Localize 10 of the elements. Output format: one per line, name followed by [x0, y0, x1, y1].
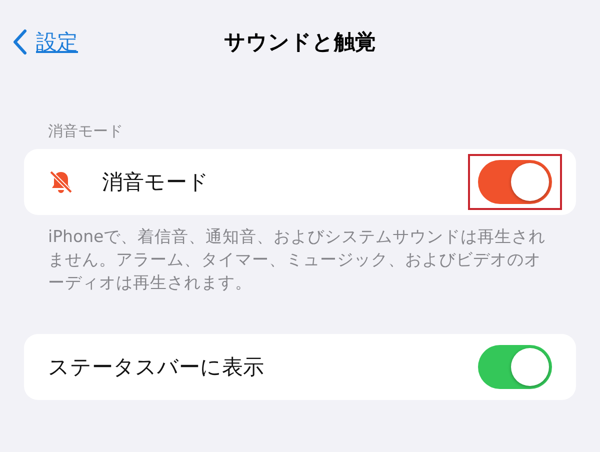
footer-note: iPhoneで、着信音、通知音、およびシステムサウンドは再生されません。アラーム、タイマー、ミュージック、およびビデオのオーディオは再生されます。: [47, 226, 547, 294]
page-title: サウンドと触覚: [224, 30, 376, 54]
row-label: ステータスバーに表示: [48, 354, 265, 381]
toggle-switch[interactable]: [478, 160, 552, 204]
back-link[interactable]: 設定: [12, 28, 78, 56]
bell-slash-icon: [48, 169, 74, 195]
section-header: 消音モード: [47, 121, 124, 142]
toggle-switch[interactable]: [478, 345, 552, 389]
row-label: 消音モード: [102, 169, 210, 196]
back-chevron-icon: [12, 29, 28, 55]
